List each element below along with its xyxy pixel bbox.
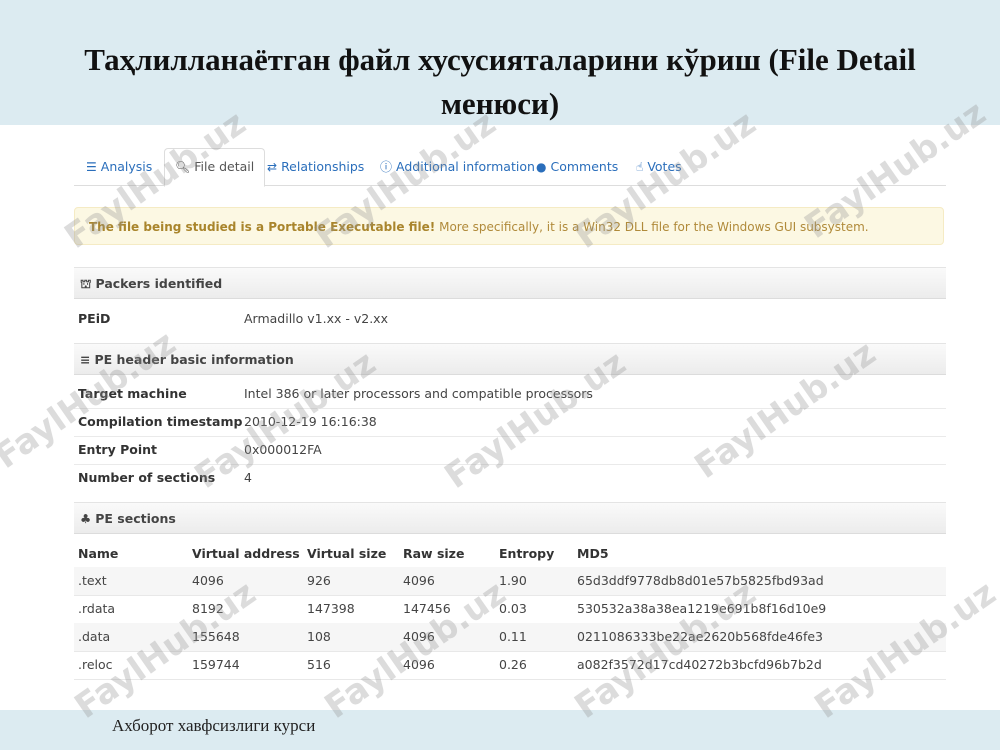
cell-md5: 65d3ddf9778db8d01e57b5825fbd93ad	[577, 573, 824, 588]
column-header: MD5	[577, 546, 609, 561]
cell-virtual-size: 516	[307, 657, 331, 672]
section-title: Packers identified	[95, 276, 223, 291]
row-key: Target machine	[78, 386, 187, 401]
cell-entropy: 0.03	[499, 601, 527, 616]
section-title: PE header basic information	[94, 352, 294, 367]
table-row: .text 4096 926 4096 1.90 65d3ddf9778db8d…	[74, 567, 946, 596]
column-header: Entropy	[499, 546, 555, 561]
cell-md5: 0211086333be22ae2620b568fde46fe3	[577, 629, 823, 644]
packers-heading: ⛫ Packers identified	[74, 267, 946, 299]
shuffle-icon: ⇄	[267, 160, 278, 174]
column-header: Virtual address	[192, 546, 300, 561]
slide-title: Таҳлилланаётган файл хусусияталарини кўр…	[84, 42, 916, 121]
pe-header-row: Number of sections 4	[74, 464, 946, 492]
tab-analysis[interactable]: ☰ Analysis	[86, 149, 152, 185]
row-key: Number of sections	[78, 470, 216, 485]
tab-label: Relationships	[281, 159, 365, 174]
cell-name: .data	[78, 629, 111, 644]
alert-bold-text: The file being studied is a Portable Exe…	[89, 220, 436, 234]
cell-raw-size: 147456	[403, 601, 451, 616]
cell-virtual-address: 155648	[192, 629, 240, 644]
cell-md5: a082f3572d17cd40272b3bcfd96b7b2d	[577, 657, 822, 672]
cell-name: .reloc	[78, 657, 113, 672]
tab-label: Comments	[550, 159, 619, 174]
row-value: Intel 386 or later processors and compat…	[244, 386, 593, 401]
row-value: 0x000012FA	[244, 442, 322, 457]
course-footer: Ахборот хавфсизлиги курси	[112, 716, 316, 735]
table-row: .rdata 8192 147398 147456 0.03 530532a38…	[74, 595, 946, 624]
pe-sections-heading: ♣ PE sections	[74, 502, 946, 534]
cell-raw-size: 4096	[403, 573, 435, 588]
row-value: Armadillo v1.xx - v2.xx	[244, 311, 388, 326]
cell-raw-size: 4096	[403, 657, 435, 672]
cell-entropy: 0.26	[499, 657, 527, 672]
column-header: Name	[78, 546, 119, 561]
cell-entropy: 1.90	[499, 573, 527, 588]
pe-sections-header-row: Name Virtual address Virtual size Raw si…	[74, 542, 946, 566]
row-key: Compilation timestamp	[78, 414, 243, 429]
tab-relationships[interactable]: ⇄ Relationships	[267, 149, 364, 185]
sitemap-icon: ♣	[80, 511, 92, 526]
cell-raw-size: 4096	[403, 629, 435, 644]
row-value: 4	[244, 470, 252, 485]
table-row: .data 155648 108 4096 0.11 0211086333be2…	[74, 623, 946, 652]
cell-virtual-size: 147398	[307, 601, 355, 616]
pe-header-heading: ≡ PE header basic information	[74, 343, 946, 375]
cell-virtual-size: 926	[307, 573, 331, 588]
cell-virtual-address: 8192	[192, 601, 224, 616]
search-icon: 🔍︎	[175, 160, 191, 174]
column-header: Raw size	[403, 546, 465, 561]
tab-label: Analysis	[100, 159, 153, 174]
list-icon: ☰	[86, 160, 97, 174]
row-value: 2010-12-19 16:16:38	[244, 414, 377, 429]
tab-additional-information[interactable]: ⓘ Additional information	[380, 149, 535, 185]
thumbs-icon: ☝	[636, 160, 644, 174]
tab-label: Votes	[647, 159, 682, 174]
tab-votes[interactable]: ☝ Votes	[636, 149, 682, 185]
table-row: .reloc 159744 516 4096 0.26 a082f3572d17…	[74, 651, 946, 680]
row-key: PEiD	[78, 311, 111, 326]
pe-header-row: Target machine Intel 386 or later proces…	[74, 380, 946, 409]
cell-virtual-address: 4096	[192, 573, 224, 588]
row-key: Entry Point	[78, 442, 157, 457]
column-header: Virtual size	[307, 546, 387, 561]
list-icon: ≡	[80, 352, 91, 367]
tab-file-detail[interactable]: 🔍︎ File detail	[164, 148, 266, 187]
tab-bar: ☰ Analysis 🔍︎ File detail ⇄ Relationships ⓘ…	[74, 145, 946, 187]
packer-row: PEiD Armadillo v1.xx - v2.xx	[74, 305, 946, 333]
comment-icon: ●	[536, 160, 547, 174]
cell-md5: 530532a38a38ea1219e691b8f16d10e9	[577, 601, 827, 616]
tab-label: Additional information	[396, 159, 535, 174]
file-detail-panel: ☰ Analysis 🔍︎ File detail ⇄ Relationships ⓘ…	[74, 145, 946, 705]
alert-text: More specifically, it is a Win32 DLL fil…	[435, 220, 869, 234]
pe-header-row: Entry Point 0x000012FA	[74, 436, 946, 465]
pe-header-row: Compilation timestamp 2010-12-19 16:16:3…	[74, 408, 946, 437]
info-icon: ⓘ	[380, 160, 393, 174]
cell-virtual-address: 159744	[192, 657, 240, 672]
section-title: PE sections	[95, 511, 176, 526]
tab-comments[interactable]: ● Comments	[536, 149, 618, 185]
cell-name: .rdata	[78, 601, 116, 616]
cell-name: .text	[78, 573, 107, 588]
cell-virtual-size: 108	[307, 629, 331, 644]
pe-file-alert: The file being studied is a Portable Exe…	[74, 207, 944, 245]
cell-entropy: 0.11	[499, 629, 527, 644]
gift-icon: ⛫	[80, 276, 92, 291]
tab-label: File detail	[194, 159, 255, 174]
